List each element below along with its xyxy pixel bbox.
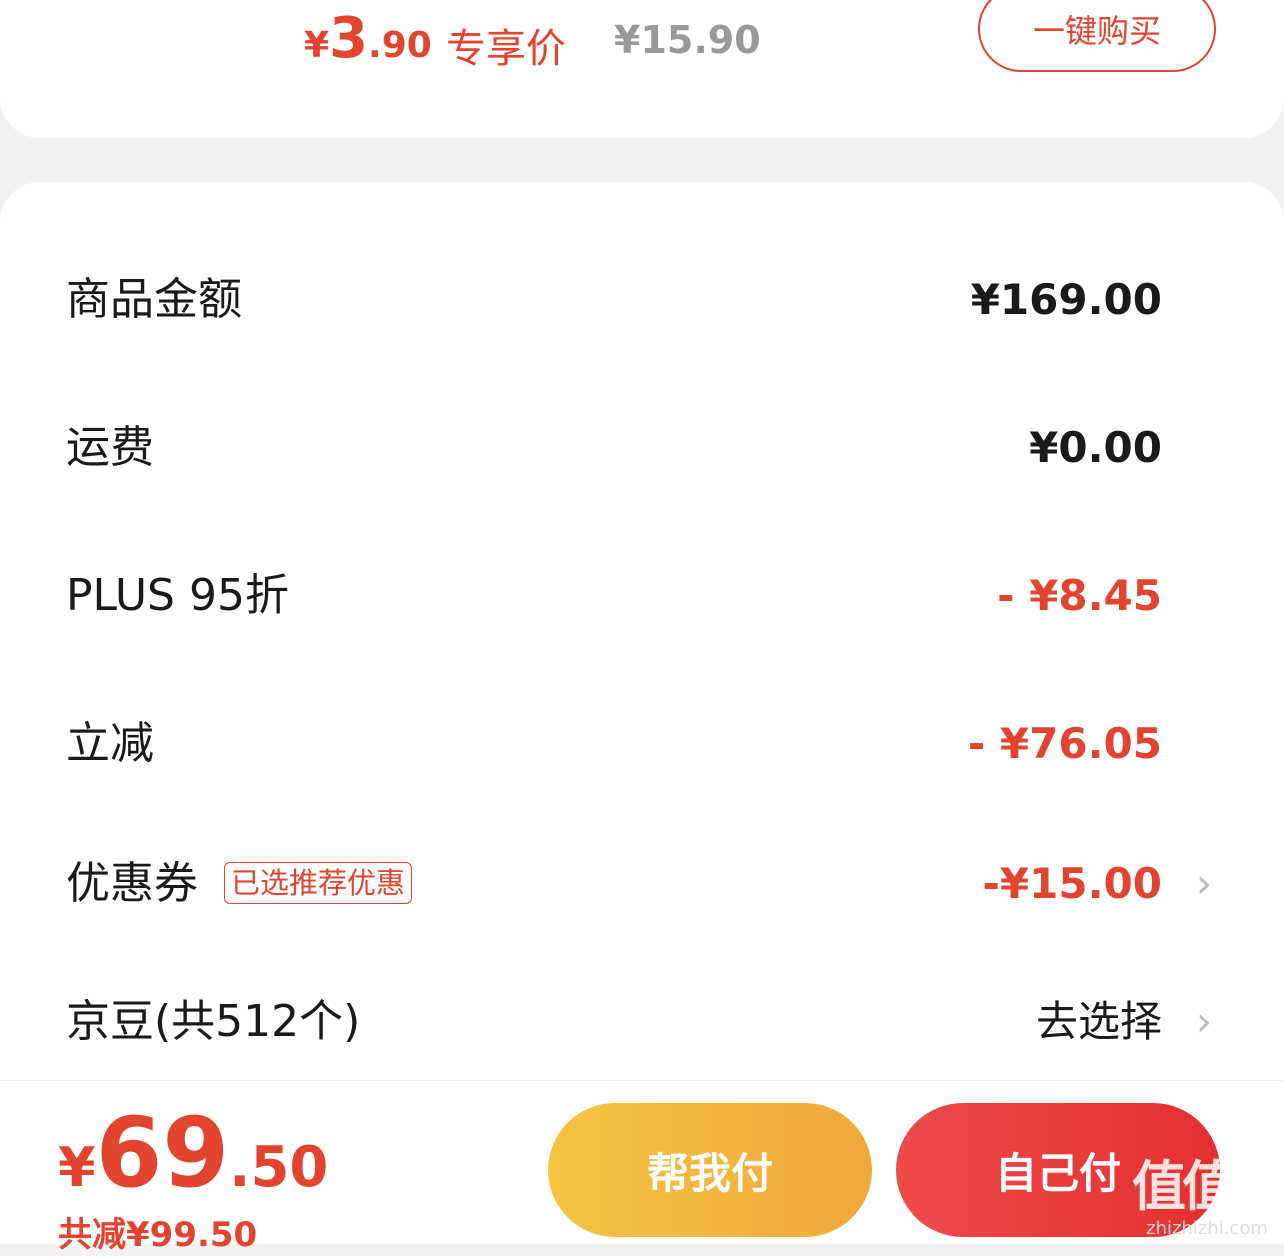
total-decimal: .50 <box>229 1135 329 1200</box>
chevron-right-icon: › <box>1196 861 1212 907</box>
coupon-row[interactable]: 优惠券 已选推荐优惠 -¥15.00 › <box>0 844 1284 924</box>
jingdou-select: 去选择 <box>1035 997 1162 1046</box>
shipping-label: 运费 <box>66 422 154 473</box>
shipping-row: 运费 ¥0.00 <box>0 408 1284 488</box>
total-integer: 69 <box>95 1097 230 1209</box>
plus-discount-value: - ¥8.45 <box>997 571 1162 620</box>
instant-reduction-row: 立减 - ¥76.05 <box>0 704 1284 784</box>
product-card: ¥ 3 .90 专享价 ¥15.90 一键购买 <box>0 0 1284 138</box>
goods-amount-value: ¥169.00 <box>970 275 1162 324</box>
instant-reduction-label: 立减 <box>66 718 154 769</box>
order-summary-card: 商品金额 ¥169.00 运费 ¥0.00 PLUS 95折 - ¥8.45 立… <box>0 182 1284 1102</box>
chevron-right-icon: › <box>1196 999 1212 1045</box>
watermark-site: zhizhizhi.com <box>1146 1218 1268 1239</box>
total-price: ¥ 69 .50 <box>58 1097 328 1209</box>
goods-amount-row: 商品金额 ¥169.00 <box>0 260 1284 340</box>
coupon-label: 优惠券 <box>66 858 198 909</box>
coupon-value: -¥15.00 <box>982 859 1162 908</box>
price-integer: 3 <box>329 6 369 71</box>
watermark-logo: 值值值 <box>1132 1155 1284 1218</box>
checkout-bar: ¥ 69 .50 共减¥99.50 帮我付 自己付 <box>0 1080 1284 1255</box>
help-me-pay-button[interactable]: 帮我付 <box>548 1103 872 1237</box>
plus-discount-row: PLUS 95折 - ¥8.45 <box>0 556 1284 636</box>
jingdou-row[interactable]: 京豆(共512个) 去选择 › <box>0 982 1284 1062</box>
exclusive-price: ¥ 3 .90 <box>304 6 432 71</box>
price-decimal: .90 <box>368 25 432 66</box>
original-price: ¥15.90 <box>614 18 761 62</box>
site-watermark: 值值值 zhizhizhi.com <box>1132 1155 1284 1240</box>
plus-discount-label: PLUS 95折 <box>66 570 289 621</box>
shipping-value: ¥0.00 <box>1029 423 1162 472</box>
one-click-buy-button[interactable]: 一键购买 <box>978 0 1216 72</box>
total-symbol: ¥ <box>58 1136 96 1199</box>
goods-amount-label: 商品金额 <box>66 274 242 325</box>
instant-reduction-value: - ¥76.05 <box>967 719 1162 768</box>
price-symbol: ¥ <box>304 25 330 66</box>
total-saved: 共减¥99.50 <box>58 1215 258 1255</box>
exclusive-label: 专享价 <box>446 26 566 72</box>
recommended-coupon-badge: 已选推荐优惠 <box>224 862 413 904</box>
jingdou-label: 京豆(共512个) <box>66 996 361 1047</box>
